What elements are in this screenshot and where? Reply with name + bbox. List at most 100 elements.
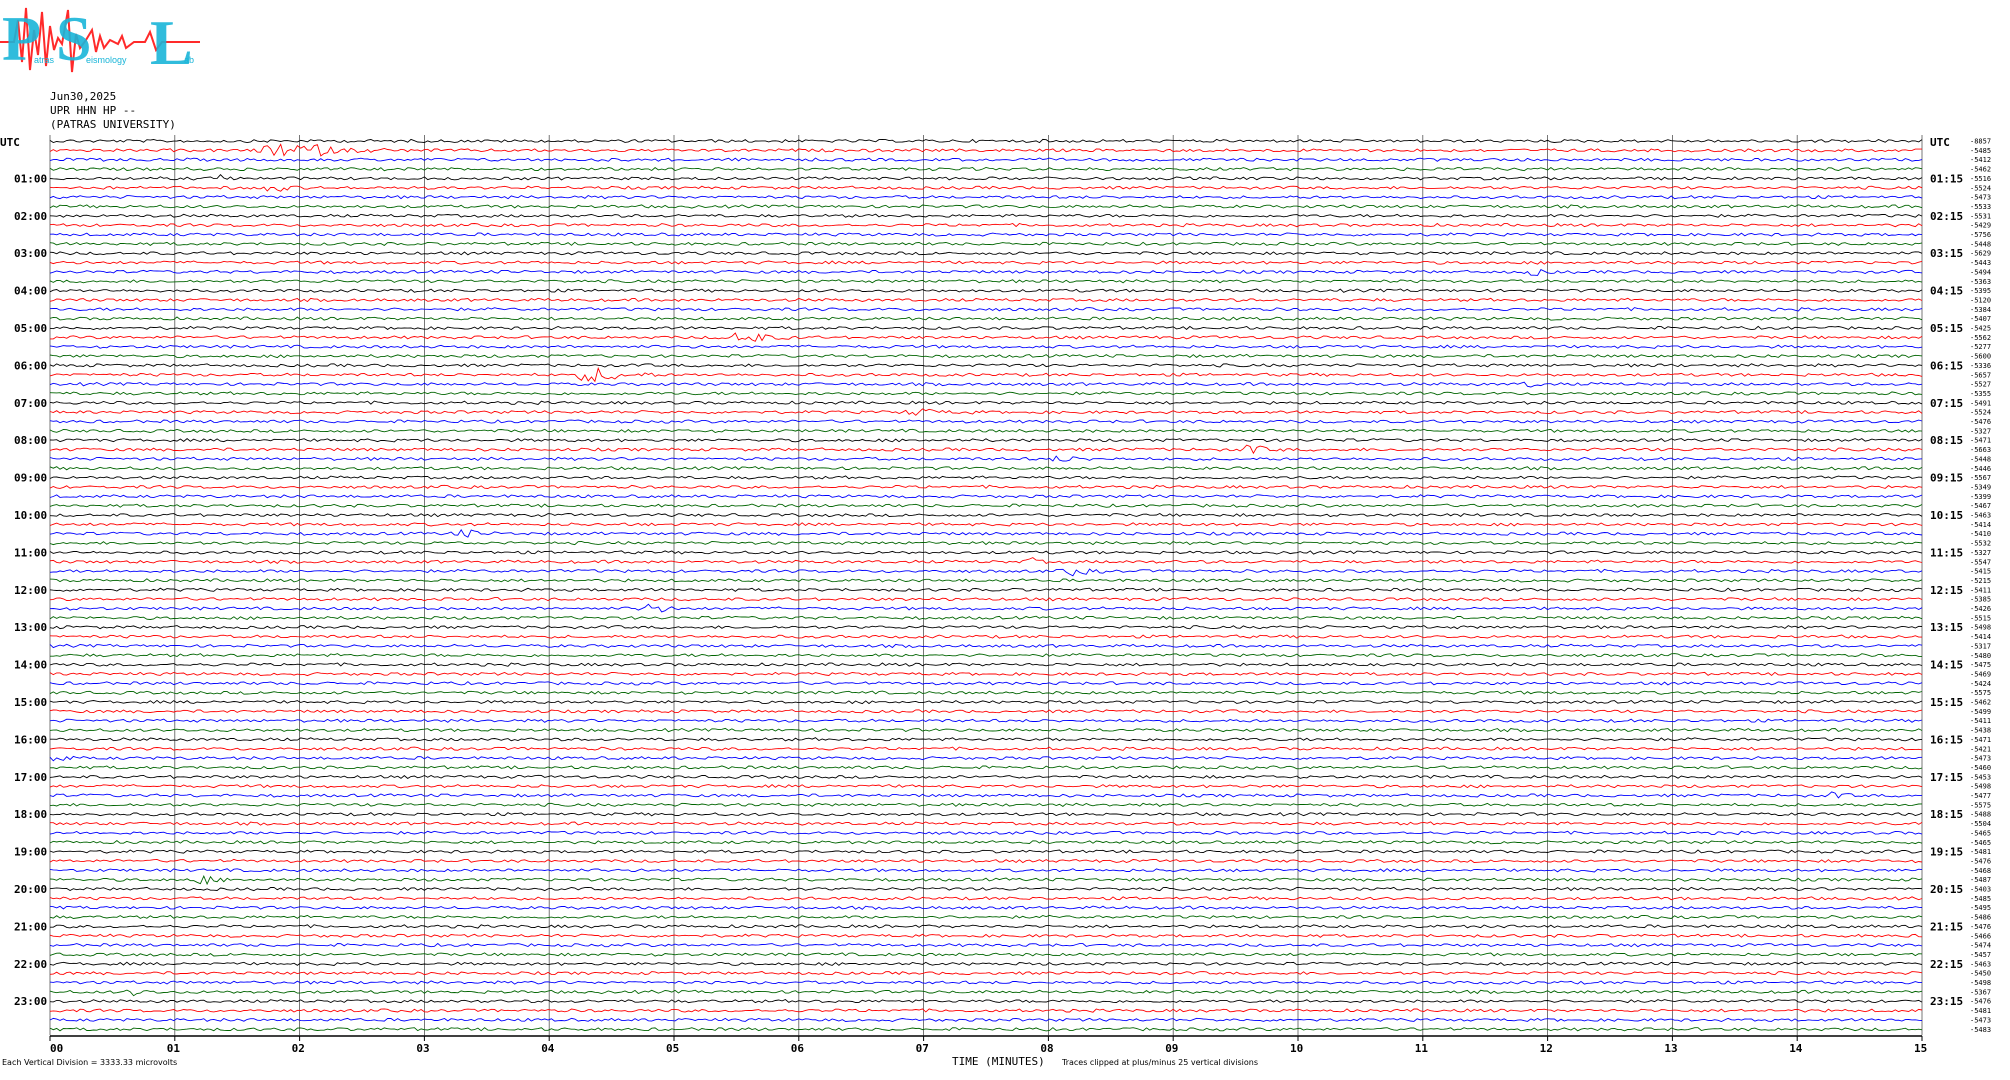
seismic-trace xyxy=(50,821,1923,826)
right-hour-label: 02:15 xyxy=(1930,210,1963,223)
left-hour-label: 06:00 xyxy=(14,359,47,372)
trace-offset-label: -5385 xyxy=(1970,596,1991,604)
trace-offset-label: -5448 xyxy=(1970,240,1991,248)
trace-offset-label: -5403 xyxy=(1970,886,1991,894)
seismic-trace xyxy=(49,914,1923,920)
right-hour-label: 03:15 xyxy=(1930,247,1963,260)
trace-offset-label: -5471 xyxy=(1970,437,1991,445)
minute-gridlines xyxy=(49,135,1923,1036)
seismic-trace xyxy=(49,662,1923,667)
trace-offset-label: -5516 xyxy=(1970,175,1991,183)
seismic-trace xyxy=(49,444,1923,455)
seismic-trace xyxy=(49,603,1923,613)
trace-offset-label: -5277 xyxy=(1970,343,1991,351)
left-hour-label: 16:00 xyxy=(14,733,47,746)
seismic-trace xyxy=(49,587,1923,592)
trace-offset-label: -5384 xyxy=(1970,306,1991,314)
right-hour-label: 06:15 xyxy=(1930,359,1963,372)
seismic-trace xyxy=(49,366,1923,383)
seismic-trace xyxy=(49,381,1923,388)
seismic-trace xyxy=(49,213,1923,218)
trace-offset-label: -5120 xyxy=(1970,296,1991,304)
seismic-trace xyxy=(50,737,1923,742)
seismic-trace xyxy=(49,157,1923,162)
left-hour-label: 13:00 xyxy=(14,621,47,634)
seismic-trace xyxy=(49,681,1923,686)
seismic-trace xyxy=(49,251,1923,256)
trace-offset-label: -5460 xyxy=(1970,764,1991,772)
trace-offset-label: -5532 xyxy=(1970,540,1991,548)
trace-offset-label: -5533 xyxy=(1970,203,1991,211)
seismic-trace xyxy=(49,204,1923,209)
seismic-trace xyxy=(49,980,1923,985)
seismic-trace xyxy=(49,840,1923,845)
right-hour-label: 13:15 xyxy=(1930,621,1963,634)
trace-offset-label: -5547 xyxy=(1970,558,1991,566)
right-hour-label: 11:15 xyxy=(1930,546,1963,559)
seismic-trace xyxy=(49,494,1923,499)
seismic-trace xyxy=(49,896,1923,901)
trace-offset-label: -5463 xyxy=(1970,960,1991,968)
seismic-trace xyxy=(49,568,1923,577)
trace-offset-label: -5473 xyxy=(1970,1016,1991,1024)
left-hour-label: 08:00 xyxy=(14,434,47,447)
seismic-trace xyxy=(49,578,1923,583)
x-tick-label: 14 xyxy=(1789,1042,1803,1055)
seismic-trace xyxy=(49,353,1923,359)
trace-offset-label: -5531 xyxy=(1970,212,1991,220)
left-hour-label: 03:00 xyxy=(14,247,47,260)
seismic-trace xyxy=(49,400,1923,405)
left-hour-label: 01:00 xyxy=(14,172,47,185)
seismic-trace xyxy=(49,830,1923,836)
seismic-trace xyxy=(49,288,1923,293)
seismic-trace xyxy=(49,557,1923,565)
trace-offset-label: -5471 xyxy=(1970,736,1991,744)
x-tick-label: 12 xyxy=(1540,1042,1553,1055)
right-hour-label: 05:15 xyxy=(1930,322,1963,335)
trace-offset-label: -5481 xyxy=(1970,848,1991,856)
trace-offset-label: -5494 xyxy=(1970,268,1991,276)
seismic-trace xyxy=(49,484,1923,490)
trace-offset-label: -5467 xyxy=(1970,502,1991,510)
trace-offset-label: -5457 xyxy=(1970,951,1991,959)
seismic-trace xyxy=(50,924,1923,929)
left-hour-label: 05:00 xyxy=(14,322,47,335)
left-hour-label: 15:00 xyxy=(14,696,47,709)
seismic-trace xyxy=(49,1027,1923,1032)
left-hour-label: 22:00 xyxy=(14,958,47,971)
trace-offset-label: -5476 xyxy=(1970,998,1991,1006)
seismic-trace xyxy=(49,279,1923,284)
seismic-trace xyxy=(49,174,1923,181)
left-hour-label: 09:00 xyxy=(14,472,47,485)
trace-offset-label: -5349 xyxy=(1970,483,1991,491)
trace-offset-label: -5448 xyxy=(1970,455,1991,463)
x-tick-label: 11 xyxy=(1415,1042,1429,1055)
seismic-trace xyxy=(49,550,1923,555)
left-hour-label: 14:00 xyxy=(14,659,47,672)
seismic-trace xyxy=(49,812,1923,817)
trace-offset-label: -5462 xyxy=(1970,699,1991,707)
seismic-trace xyxy=(49,998,1923,1004)
trace-offset-label: -5414 xyxy=(1970,521,1991,529)
seismic-trace xyxy=(49,185,1923,192)
seismic-trace xyxy=(49,765,1923,770)
trace-offset-label: -5663 xyxy=(1970,446,1991,454)
trace-offset-label: -5317 xyxy=(1970,642,1991,650)
trace-offset-label: -5483 xyxy=(1970,1026,1991,1034)
trace-offset-label: -5488 xyxy=(1970,811,1991,819)
trace-offset-label: -5657 xyxy=(1970,371,1991,379)
right-hour-label: 08:15 xyxy=(1930,434,1963,447)
trace-offset-label: -5407 xyxy=(1970,315,1991,323)
x-tick-label: 02 xyxy=(292,1042,305,1055)
trace-offset-label: -5425 xyxy=(1970,325,1991,333)
seismic-trace xyxy=(49,307,1923,312)
seismic-trace xyxy=(49,625,1923,630)
seismic-trace xyxy=(49,325,1923,331)
trace-offset-label: -5756 xyxy=(1970,231,1991,239)
seismic-trace xyxy=(50,653,1922,658)
seismic-trace xyxy=(49,971,1923,976)
x-tick-label: 00 xyxy=(50,1042,63,1055)
trace-offset-label: -5477 xyxy=(1970,792,1991,800)
seismic-trace xyxy=(49,643,1923,649)
trace-offset-label: -8857 xyxy=(1970,138,1991,146)
